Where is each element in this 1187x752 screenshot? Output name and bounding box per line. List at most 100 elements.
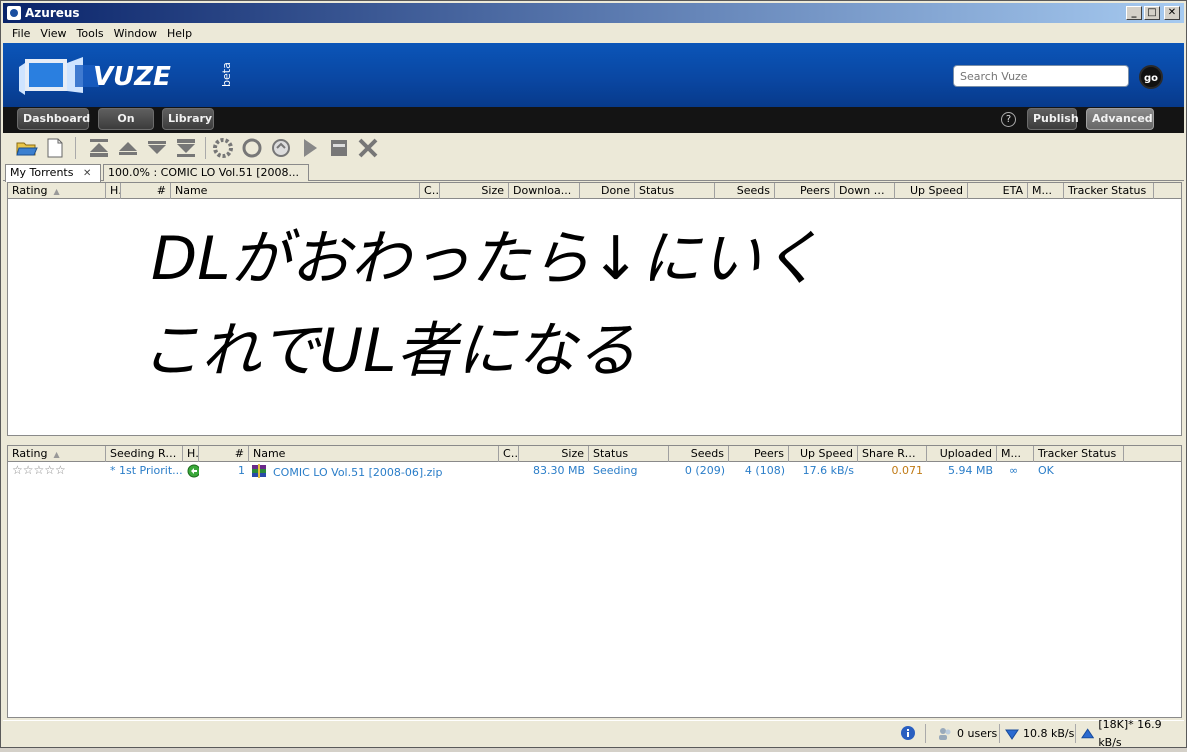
seeding-table: Rating ▲ Seeding Rank H # Name C. Size St… — [7, 445, 1182, 718]
col-down-speed[interactable]: Down S... — [835, 183, 895, 199]
status-cell: Seeding — [593, 464, 638, 477]
col-size[interactable]: Size — [519, 446, 589, 462]
col-h[interactable]: H — [183, 446, 199, 462]
size-cell: 83.30 MB — [532, 464, 585, 477]
tab-torrent-details[interactable]: 100.0% : COMIC LO Vol.51 [2008... — [103, 164, 309, 181]
torrent-name: COMIC LO Vol.51 [2008-06].zip — [273, 466, 443, 479]
tab-bar: My Torrents ✕ 100.0% : COMIC LO Vol.51 [… — [3, 163, 1184, 182]
download-speed: 10.8 kB/s — [1023, 727, 1075, 740]
tab-my-torrents-label: My Torrents — [10, 166, 74, 179]
col-max[interactable]: M... — [997, 446, 1034, 462]
queue-gear-icon[interactable] — [211, 136, 235, 160]
col-c[interactable]: C. — [420, 183, 440, 199]
move-top-icon[interactable] — [87, 136, 111, 160]
col-c[interactable]: C. — [499, 446, 519, 462]
col-up-speed[interactable]: Up Speed — [789, 446, 858, 462]
col-status[interactable]: Status — [589, 446, 669, 462]
menu-help[interactable]: Help — [162, 27, 197, 40]
tracker-status-cell: OK — [1038, 464, 1054, 477]
advanced-button[interactable]: Advanced — [1086, 108, 1154, 130]
search-go-button[interactable]: go — [1139, 65, 1163, 89]
users-icon — [939, 728, 951, 740]
help-icon[interactable]: ? — [1001, 112, 1016, 127]
col-downloaded[interactable]: Downloa... — [509, 183, 580, 199]
col-rating[interactable]: Rating ▲ — [8, 183, 106, 199]
start-icon[interactable] — [298, 136, 322, 160]
maximize-button[interactable]: □ — [1144, 6, 1160, 20]
col-peers[interactable]: Peers — [729, 446, 789, 462]
download-speed-status[interactable]: 10.8 kB/s — [1005, 725, 1074, 743]
menu-bar: File View Tools Window Help — [3, 23, 1184, 43]
share-ratio-cell: 0.071 — [891, 464, 924, 477]
uploaded-cell: 5.94 MB — [947, 464, 993, 477]
logo-text: VUZE — [93, 62, 171, 92]
col-done[interactable]: Done — [580, 183, 635, 199]
col-seeding-rank[interactable]: Seeding Rank — [106, 446, 183, 462]
remove-icon[interactable] — [356, 136, 380, 160]
col-size[interactable]: Size — [440, 183, 509, 199]
col-max[interactable]: M... — [1028, 183, 1064, 199]
menu-file[interactable]: File — [7, 27, 35, 40]
col-uploaded[interactable]: Uploaded — [927, 446, 997, 462]
number-cell: 1 — [238, 464, 245, 477]
search-input[interactable] — [953, 65, 1129, 87]
upload-arrow-icon — [1081, 728, 1095, 739]
recheck-icon[interactable] — [269, 136, 293, 160]
col-h[interactable]: H — [106, 183, 121, 199]
col-peers[interactable]: Peers — [775, 183, 835, 199]
publish-button[interactable]: Publish — [1027, 108, 1079, 130]
table-splitter[interactable] — [7, 436, 1182, 445]
vuze-logo[interactable]: VUZE beta — [17, 53, 237, 99]
col-rating[interactable]: Rating ▲ — [8, 446, 106, 462]
move-bottom-icon[interactable] — [174, 136, 198, 160]
col-seeds[interactable]: Seeds — [715, 183, 775, 199]
menu-view[interactable]: View — [35, 27, 71, 40]
seeds-cell: 0 (209) — [684, 464, 725, 477]
dashboard-button[interactable]: Dashboard — [17, 108, 90, 130]
col-number[interactable]: # — [199, 446, 249, 462]
move-down-icon[interactable] — [145, 136, 169, 160]
col-name[interactable]: Name — [171, 183, 420, 199]
info-icon[interactable] — [900, 725, 916, 741]
table-row[interactable]: ☆☆☆☆☆ * 1st Priorit... 1 COMIC LO Vol.51… — [8, 463, 1181, 479]
stop-icon[interactable] — [327, 136, 351, 160]
zip-archive-icon — [252, 464, 266, 478]
name-cell: COMIC LO Vol.51 [2008-06].zip — [249, 463, 499, 479]
tab-torrent-details-label: 100.0% : COMIC LO Vol.51 [2008... — [108, 166, 300, 179]
open-folder-icon[interactable] — [15, 136, 39, 160]
up-speed-cell: 17.6 kB/s — [802, 464, 854, 477]
upload-speed: [18K]* 16.9 kB/s — [1098, 718, 1162, 749]
col-status[interactable]: Status — [635, 183, 715, 199]
status-bar: 0 users 10.8 kB/s [18K]* 16.9 kB/s — [3, 718, 1184, 749]
seeding-table-header: Rating ▲ Seeding Rank H # Name C. Size St… — [8, 446, 1181, 462]
library-button[interactable]: Library — [162, 108, 214, 130]
minimize-button[interactable]: _ — [1126, 6, 1142, 20]
application-window: Azureus _ □ ✕ File View Tools Window Hel… — [0, 0, 1187, 749]
col-up-speed[interactable]: Up Speed — [895, 183, 968, 199]
azureus-app-icon — [7, 6, 21, 20]
on-vuze-button[interactable]: On Vuze — [98, 108, 154, 145]
close-button[interactable]: ✕ — [1164, 6, 1180, 20]
tab-my-torrents[interactable]: My Torrents ✕ — [5, 164, 101, 182]
col-share-ratio[interactable]: Share Ratio — [858, 446, 927, 462]
menu-window[interactable]: Window — [109, 27, 162, 40]
move-up-icon[interactable] — [116, 136, 140, 160]
col-tracker-status[interactable]: Tracker Status — [1064, 183, 1154, 199]
col-tracker-status[interactable]: Tracker Status — [1034, 446, 1124, 462]
col-seeds[interactable]: Seeds — [669, 446, 729, 462]
window-title: Azureus — [25, 6, 80, 20]
users-status: 0 users — [937, 725, 997, 743]
title-bar: Azureus _ □ ✕ — [3, 3, 1184, 23]
tab-close-icon[interactable]: ✕ — [83, 166, 91, 182]
force-start-icon[interactable] — [240, 136, 264, 160]
col-number[interactable]: # — [121, 183, 171, 199]
rating-stars[interactable]: ☆☆☆☆☆ — [8, 463, 106, 479]
new-document-icon[interactable] — [43, 136, 67, 160]
col-eta[interactable]: ETA — [968, 183, 1028, 199]
upload-speed-status[interactable]: [18K]* 16.9 kB/s — [1081, 718, 1184, 749]
peers-cell: 4 (108) — [744, 464, 785, 477]
logo-badge: beta — [220, 62, 233, 87]
menu-tools[interactable]: Tools — [72, 27, 109, 40]
download-arrow-icon — [1005, 729, 1019, 740]
col-name[interactable]: Name — [249, 446, 499, 462]
